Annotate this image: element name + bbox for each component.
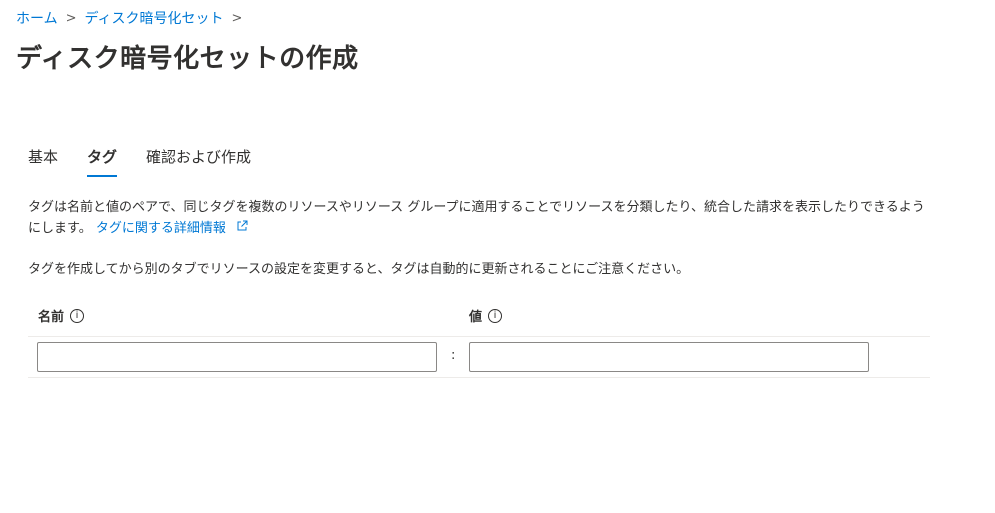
tag-value-input[interactable]	[469, 342, 869, 372]
tag-row: :	[28, 337, 930, 378]
breadcrumb-separator: >	[65, 10, 77, 26]
name-column-header: 名前 i	[38, 306, 85, 325]
breadcrumb-separator: >	[231, 10, 243, 26]
breadcrumb-home-link[interactable]: ホーム	[16, 8, 58, 28]
name-column-label: 名前	[38, 310, 65, 325]
info-icon[interactable]: i	[488, 308, 503, 323]
tags-description: タグは名前と値のペアで、同じタグを複数のリソースやリソース グループに適用するこ…	[28, 197, 928, 239]
learn-more-tags-label: タグに関する詳細情報	[95, 221, 226, 236]
page-title: ディスク暗号化セットの作成	[16, 44, 359, 74]
learn-more-tags-link[interactable]: タグに関する詳細情報	[95, 218, 248, 239]
breadcrumb-disk-encryption-set-link[interactable]: ディスク暗号化セット	[85, 8, 224, 28]
tab-tags[interactable]: タグ	[87, 146, 118, 177]
tag-separator: :	[451, 348, 456, 363]
tab-bar: 基本 タグ 確認および作成	[28, 146, 251, 177]
info-icon[interactable]: i	[70, 308, 85, 323]
tab-review-create[interactable]: 確認および作成	[146, 146, 251, 177]
tab-basics[interactable]: 基本	[28, 146, 58, 177]
tags-update-note: タグを作成してから別のタブでリソースの設定を変更すると、タグは自動的に更新される…	[28, 262, 690, 277]
value-column-header: 値 i	[469, 306, 503, 325]
breadcrumb: ホーム > ディスク暗号化セット >	[16, 8, 250, 28]
value-column-label: 値	[469, 310, 483, 325]
tag-name-input[interactable]	[37, 342, 437, 372]
external-link-icon	[236, 218, 248, 239]
tag-grid-header: 名前 i 値 i	[28, 306, 930, 337]
